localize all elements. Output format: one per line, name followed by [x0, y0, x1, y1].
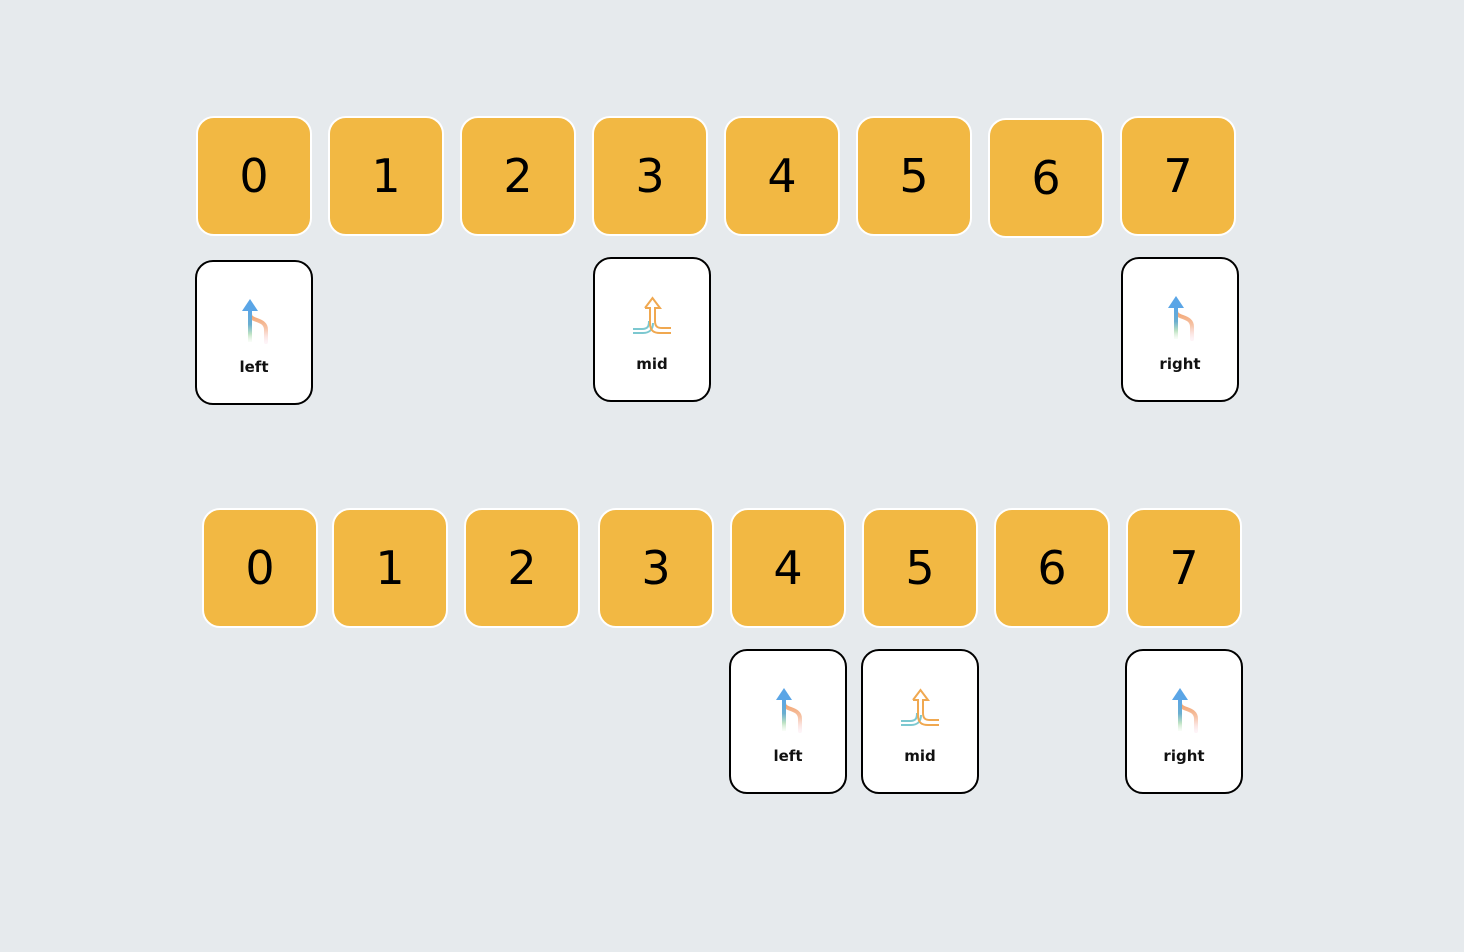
pointer-right: right: [1125, 649, 1243, 794]
array-cell-3: 3: [598, 508, 714, 628]
branch-up-arrow-icon: [232, 296, 276, 346]
pointer-left: left: [195, 260, 313, 405]
merge-arrow-icon: [898, 685, 942, 735]
branch-up-arrow-icon: [1162, 685, 1206, 735]
merge-arrow-icon: [630, 293, 674, 343]
pointer-mid: mid: [593, 257, 711, 402]
array-cell-6: 6: [988, 118, 1104, 238]
array-cell-7: 7: [1126, 508, 1242, 628]
pointer-label: right: [1163, 747, 1205, 765]
pointer-right: right: [1121, 257, 1239, 402]
cell-index: 3: [641, 541, 671, 595]
array-cell-5: 5: [862, 508, 978, 628]
cell-index: 4: [773, 541, 803, 595]
array-cell-4: 4: [724, 116, 840, 236]
array-cell-5: 5: [856, 116, 972, 236]
pointer-label: right: [1159, 355, 1201, 373]
array-cell-7: 7: [1120, 116, 1236, 236]
array-cell-1: 1: [328, 116, 444, 236]
array-cell-1: 1: [332, 508, 448, 628]
pointer-label: left: [773, 747, 803, 765]
cell-index: 4: [767, 149, 797, 203]
cell-index: 1: [375, 541, 405, 595]
cell-index: 0: [245, 541, 275, 595]
array-cell-2: 2: [460, 116, 576, 236]
cell-index: 5: [899, 149, 929, 203]
cell-index: 1: [371, 149, 401, 203]
cell-index: 0: [239, 149, 269, 203]
cell-index: 2: [507, 541, 537, 595]
array-cell-0: 0: [202, 508, 318, 628]
array-cell-0: 0: [196, 116, 312, 236]
pointer-label: mid: [636, 355, 668, 373]
cell-index: 7: [1169, 541, 1199, 595]
pointer-mid: mid: [861, 649, 979, 794]
cell-index: 6: [1031, 151, 1061, 205]
array-cell-2: 2: [464, 508, 580, 628]
cell-index: 2: [503, 149, 533, 203]
branch-up-arrow-icon: [1158, 293, 1202, 343]
pointer-label: mid: [904, 747, 936, 765]
array-cell-3: 3: [592, 116, 708, 236]
array-cell-4: 4: [730, 508, 846, 628]
pointer-left: left: [729, 649, 847, 794]
cell-index: 5: [905, 541, 935, 595]
cell-index: 3: [635, 149, 665, 203]
array-cell-6: 6: [994, 508, 1110, 628]
cell-index: 7: [1163, 149, 1193, 203]
pointer-label: left: [239, 358, 269, 376]
cell-index: 6: [1037, 541, 1067, 595]
branch-up-arrow-icon: [766, 685, 810, 735]
